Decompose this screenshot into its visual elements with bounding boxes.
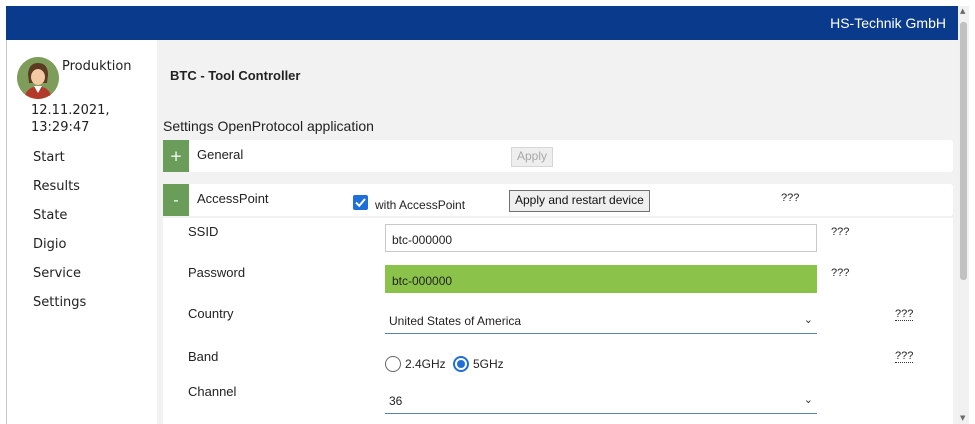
- ssid-label: SSID: [188, 224, 219, 239]
- accesspoint-panel-label[interactable]: AccessPoint: [197, 191, 269, 206]
- channel-select[interactable]: 36 ⌄: [385, 386, 817, 414]
- sidebar-nav: Start Results State Digio Service Settin…: [33, 150, 86, 324]
- band-option-5ghz-label[interactable]: 5GHz: [473, 357, 504, 371]
- accesspoint-collapse-button[interactable]: -: [163, 184, 189, 216]
- country-select[interactable]: United States of America ⌄: [385, 306, 817, 334]
- scroll-up-icon[interactable]: ▲: [960, 7, 965, 15]
- accesspoint-panel-header: - AccessPoint with AccessPoint Apply and…: [163, 184, 953, 216]
- band-option-2-4ghz-label[interactable]: 2.4GHz: [405, 357, 446, 371]
- general-expand-button[interactable]: +: [163, 140, 189, 172]
- sidebar-item-state[interactable]: State: [33, 208, 86, 237]
- main-content: BTC - Tool Controller Settings OpenProto…: [157, 40, 958, 424]
- scroll-down-icon[interactable]: ▼: [960, 414, 965, 422]
- password-help-icon[interactable]: ???: [831, 267, 849, 279]
- accesspoint-checkbox-label[interactable]: with AccessPoint: [375, 198, 465, 212]
- ssid-input[interactable]: btc-000000: [385, 224, 817, 252]
- ssid-help-icon[interactable]: ???: [831, 226, 849, 238]
- sidebar-item-settings[interactable]: Settings: [33, 295, 86, 324]
- scrollbar-thumb[interactable]: [960, 22, 967, 280]
- sidebar-item-start[interactable]: Start: [33, 150, 86, 179]
- top-bar: HS-Technik GmbH: [6, 6, 958, 40]
- general-apply-button[interactable]: Apply: [511, 147, 554, 167]
- country-select-value: United States of America: [389, 314, 522, 328]
- user-avatar-icon[interactable]: [17, 57, 59, 99]
- user-name: Produktion: [62, 59, 132, 74]
- sidebar-item-service[interactable]: Service: [33, 266, 86, 295]
- accesspoint-checkbox[interactable]: [353, 195, 368, 210]
- accesspoint-settings: SSID btc-000000 ??? Password btc-000000 …: [163, 218, 953, 424]
- channel-label: Channel: [188, 384, 237, 399]
- country-label: Country: [188, 306, 234, 321]
- sidebar-item-digio[interactable]: Digio: [33, 237, 86, 266]
- sidebar: Produktion 12.11.2021, 13:29:47 Start Re…: [7, 40, 157, 424]
- vertical-scrollbar[interactable]: ▲ ▼: [958, 6, 969, 424]
- channel-select-value: 36: [389, 394, 403, 408]
- general-panel-header: + General Apply: [163, 140, 953, 172]
- band-radio-5ghz[interactable]: [453, 356, 469, 372]
- checkmark-icon: [355, 198, 366, 208]
- brand-name: HS-Technik GmbH: [830, 15, 946, 31]
- password-input[interactable]: btc-000000: [385, 265, 817, 293]
- accesspoint-help-icon[interactable]: ???: [781, 192, 799, 204]
- country-help-icon[interactable]: ???: [895, 308, 914, 321]
- chevron-down-icon: ⌄: [803, 314, 813, 326]
- band-help-icon[interactable]: ???: [895, 350, 914, 363]
- page-title: BTC - Tool Controller: [170, 68, 301, 83]
- band-label: Band: [188, 349, 219, 364]
- password-label: Password: [188, 265, 246, 280]
- current-datetime: 12.11.2021, 13:29:47: [31, 103, 110, 135]
- general-panel-label[interactable]: General: [197, 147, 243, 162]
- chevron-down-icon: ⌄: [803, 394, 813, 406]
- sidebar-item-results[interactable]: Results: [33, 179, 86, 208]
- apply-restart-button[interactable]: Apply and restart device: [509, 190, 650, 212]
- page-subtitle: Settings OpenProtocol application: [163, 118, 374, 134]
- band-radio-2-4ghz[interactable]: [385, 356, 401, 372]
